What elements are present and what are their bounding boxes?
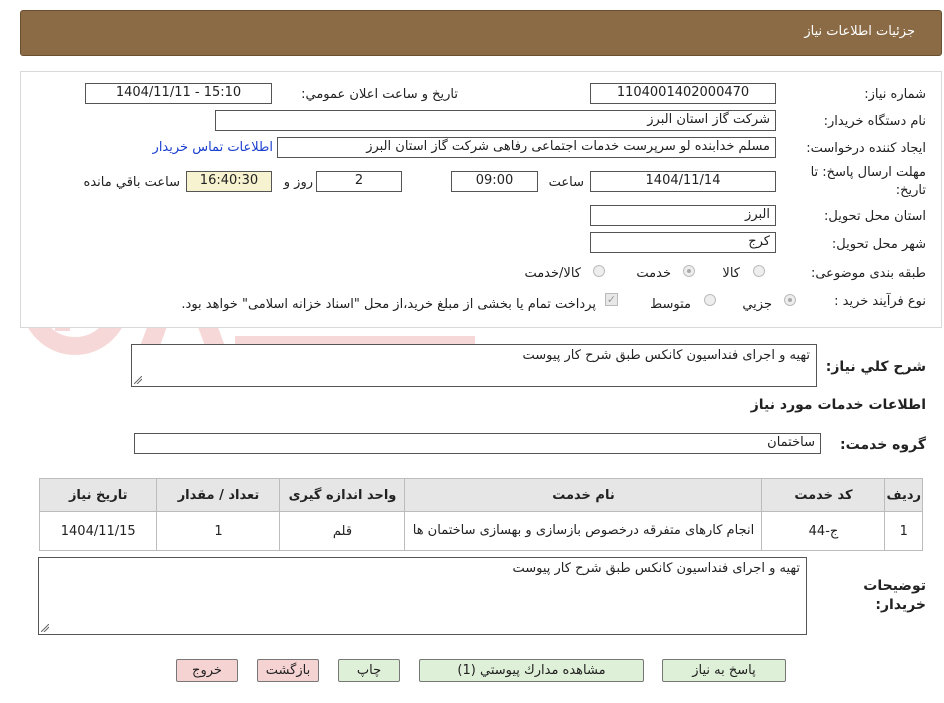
deadline-label: مهلت ارسال پاسخ: تا — [810, 165, 926, 180]
buyer-org-label: نام دستگاه خریدار: — [823, 114, 926, 129]
category-service-label: خدمت — [636, 266, 671, 281]
category-goods-label: کالا — [722, 266, 740, 281]
col-date: تاریخ نیاز — [38, 478, 158, 512]
col-name: نام خدمت — [404, 478, 763, 512]
buyer-notes-label: توضیحات — [863, 578, 926, 594]
category-goods-service-radio[interactable] — [593, 265, 605, 277]
service-group-field: ساختمان — [134, 433, 821, 454]
announce-field: 1404/11/11 - 15:10 — [85, 83, 272, 104]
process-minor-label: جزيي — [742, 297, 772, 312]
view-attachments-button[interactable]: مشاهده مدارك پیوستي (1) — [419, 659, 644, 682]
city-field: کرج — [590, 232, 776, 253]
process-medium-radio[interactable] — [704, 294, 716, 306]
announce-label: تاریخ و ساعت اعلان عمومي: — [301, 87, 458, 102]
cell-row: 1 — [884, 511, 923, 551]
remaining-label: ساعت باقي مانده — [83, 175, 180, 190]
deadline-date-field: 1404/11/14 — [590, 171, 776, 192]
services-table: ردیف کد خدمت نام خدمت واحد اندازه گیری ت… — [38, 478, 923, 551]
buyer-org-field: شرکت گاز استان البرز — [215, 110, 776, 131]
summary-label: شرح کلي نیاز: — [825, 359, 926, 375]
back-button[interactable]: بازگشت — [257, 659, 319, 682]
treasury-checkbox[interactable]: ✓ — [605, 293, 618, 306]
summary-text: تهیه و اجرای فنداسیون کانکس طبق شرح کار … — [522, 348, 810, 363]
exit-button[interactable]: خروج — [176, 659, 238, 682]
buyer-notes-text: تهیه و اجرای فنداسیون کانکس طبق شرح کار … — [512, 561, 800, 576]
province-field: البرز — [590, 205, 776, 226]
process-minor-radio[interactable] — [784, 294, 796, 306]
cell-unit: قلم — [279, 511, 406, 551]
buyer-notes-label-2: خریدار: — [875, 597, 926, 613]
table-row: 1 ج-44 انجام کارهای متفرقه درخصوص بازساز… — [38, 511, 923, 551]
col-code: کد خدمت — [761, 478, 886, 512]
buyer-notes-textarea[interactable]: تهیه و اجرای فنداسیون کانکس طبق شرح کار … — [38, 557, 807, 635]
creator-label: ایجاد کننده درخواست: — [806, 141, 926, 156]
process-medium-label: متوسط — [650, 297, 691, 312]
creator-field: مسلم خدابنده لو سرپرست خدمات اجتماعی رفا… — [277, 137, 776, 158]
days-field: 2 — [316, 171, 402, 192]
process-label: نوع فرآیند خرید : — [834, 294, 926, 309]
col-qty: تعداد / مقدار — [156, 478, 281, 512]
remaining-time-field: 16:40:30 — [186, 171, 272, 192]
service-group-label: گروه خدمت: — [840, 437, 926, 453]
days-label: روز و — [283, 175, 313, 190]
category-goods-radio[interactable] — [753, 265, 765, 277]
province-label: استان محل تحویل: — [824, 209, 926, 224]
cell-date: 1404/11/15 — [38, 511, 158, 551]
page-header: جزئیات اطلاعات نیاز — [20, 10, 942, 56]
deadline-time-field: 09:00 — [451, 171, 538, 192]
city-label: شهر محل تحویل: — [831, 237, 926, 252]
category-goods-service-label: کالا/خدمت — [524, 266, 581, 281]
cell-code: ج-44 — [761, 511, 886, 551]
resize-grip-icon[interactable] — [41, 624, 49, 632]
category-label: طبقه بندی موضوعی: — [810, 266, 926, 281]
buyer-contact-link[interactable]: اطلاعات تماس خریدار — [153, 140, 273, 155]
services-section-title: اطلاعات خدمات مورد نیاز — [750, 397, 926, 413]
col-row: ردیف — [884, 478, 923, 512]
need-number-field: 1104001402000470 — [590, 83, 776, 104]
cell-name: انجام کارهای متفرقه درخصوص بازسازی و بهس… — [404, 511, 763, 551]
payment-note: پرداخت تمام یا بخشی از مبلغ خرید،از محل … — [181, 297, 596, 312]
print-button[interactable]: چاپ — [338, 659, 400, 682]
category-service-radio[interactable] — [683, 265, 695, 277]
resize-grip-icon[interactable] — [134, 376, 142, 384]
deadline-time-label: ساعت — [548, 175, 584, 190]
reply-button[interactable]: پاسخ به نیاز — [662, 659, 786, 682]
need-number-label: شماره نیاز: — [864, 87, 926, 102]
deadline-label-2: تاریخ: — [895, 183, 926, 198]
page-title: جزئیات اطلاعات نیاز — [804, 24, 915, 39]
table-header-row: ردیف کد خدمت نام خدمت واحد اندازه گیری ت… — [38, 478, 923, 512]
cell-qty: 1 — [156, 511, 281, 551]
summary-textarea[interactable]: تهیه و اجرای فنداسیون کانکس طبق شرح کار … — [131, 344, 817, 387]
col-unit: واحد اندازه گیری — [279, 478, 406, 512]
